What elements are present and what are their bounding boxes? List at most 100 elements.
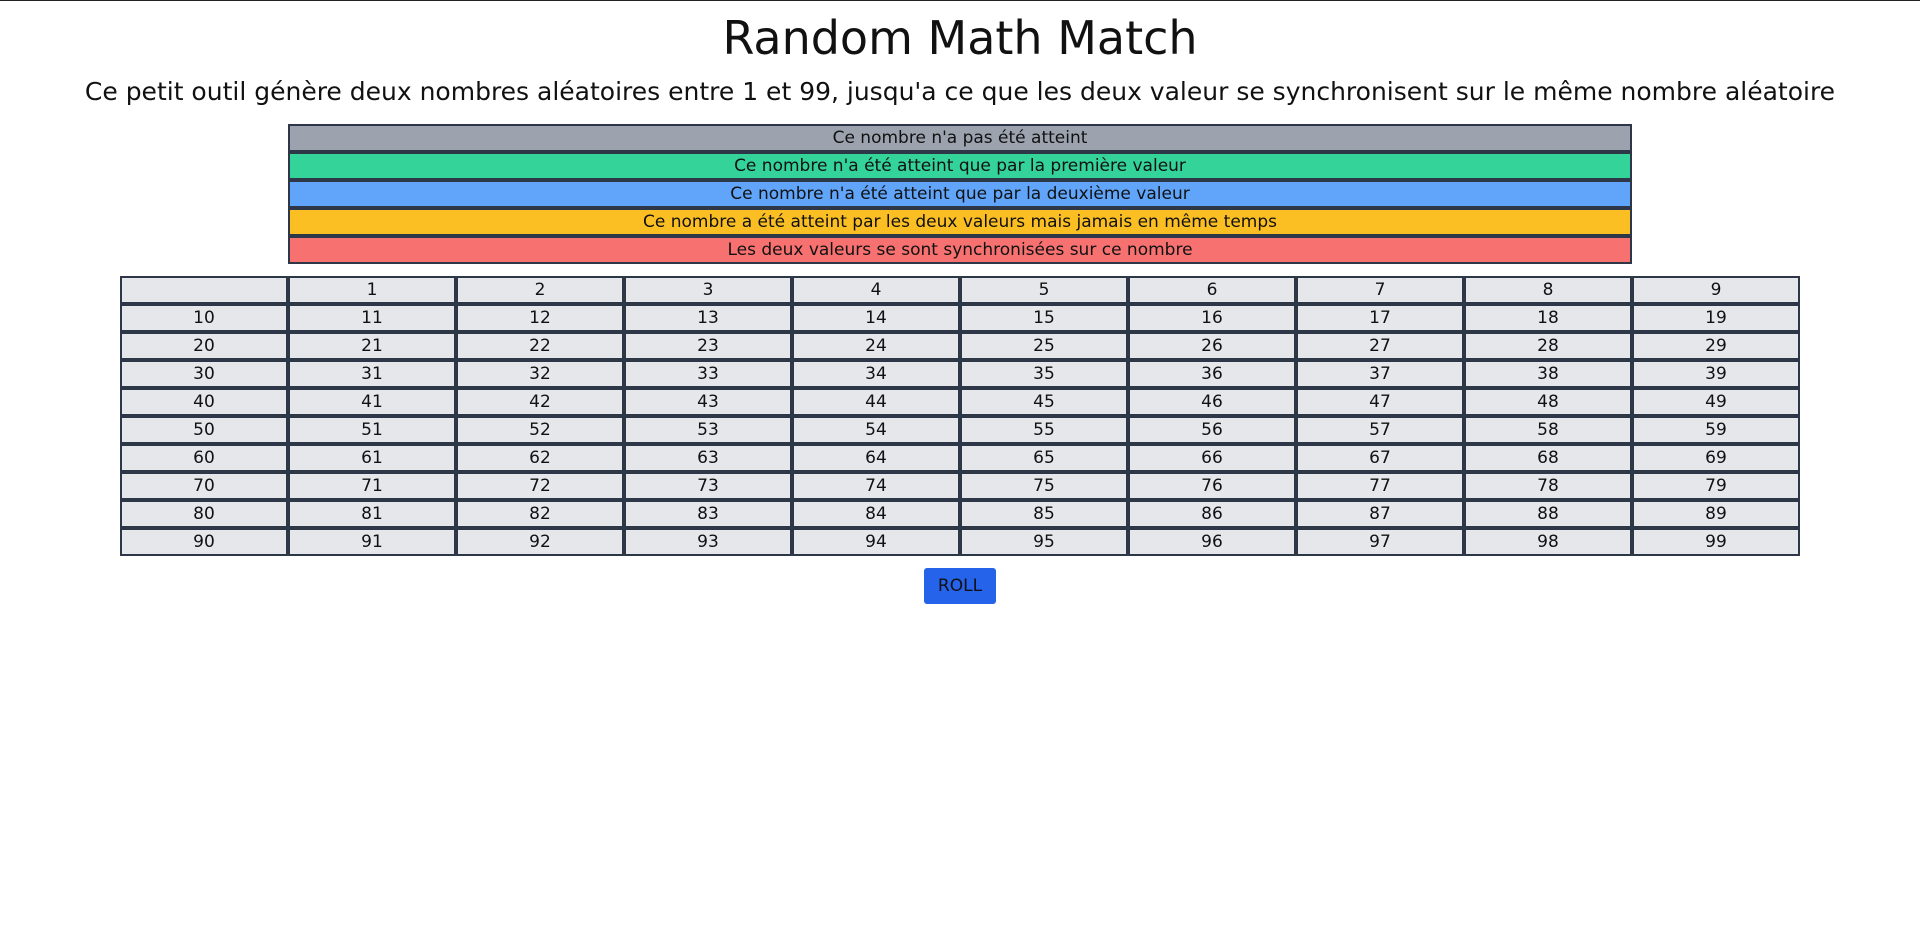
grid-cell-67: 67 <box>1296 444 1464 472</box>
grid-cell-77: 77 <box>1296 472 1464 500</box>
grid-cell-66: 66 <box>1128 444 1296 472</box>
legend: Ce nombre n'a pas été atteint Ce nombre … <box>288 124 1632 264</box>
grid-cell-46: 46 <box>1128 388 1296 416</box>
grid-cell-17: 17 <box>1296 304 1464 332</box>
grid-cell-8: 8 <box>1464 276 1632 304</box>
grid-cell-69: 69 <box>1632 444 1800 472</box>
grid-cell-40: 40 <box>120 388 288 416</box>
grid-cell-79: 79 <box>1632 472 1800 500</box>
roll-button[interactable]: ROLL <box>924 568 996 604</box>
grid-cell-13: 13 <box>624 304 792 332</box>
grid-cell-78: 78 <box>1464 472 1632 500</box>
grid-cell-25: 25 <box>960 332 1128 360</box>
grid-cell-87: 87 <box>1296 500 1464 528</box>
page-subtitle: Ce petit outil génère deux nombres aléat… <box>84 77 1836 106</box>
grid-cell-58: 58 <box>1464 416 1632 444</box>
grid-cell-56: 56 <box>1128 416 1296 444</box>
grid-cell-65: 65 <box>960 444 1128 472</box>
grid-cell-39: 39 <box>1632 360 1800 388</box>
grid-cell-35: 35 <box>960 360 1128 388</box>
grid-cell-73: 73 <box>624 472 792 500</box>
grid-cell-51: 51 <box>288 416 456 444</box>
grid-cell-3: 3 <box>624 276 792 304</box>
grid-cell-15: 15 <box>960 304 1128 332</box>
grid-cell-96: 96 <box>1128 528 1296 556</box>
grid-cell-10: 10 <box>120 304 288 332</box>
grid-cell-38: 38 <box>1464 360 1632 388</box>
grid-cell-81: 81 <box>288 500 456 528</box>
grid-cell-90: 90 <box>120 528 288 556</box>
grid-cell-34: 34 <box>792 360 960 388</box>
grid-cell-4: 4 <box>792 276 960 304</box>
grid-cell-5: 5 <box>960 276 1128 304</box>
grid-cell-89: 89 <box>1632 500 1800 528</box>
top-border-line <box>0 0 1920 1</box>
grid-cell-49: 49 <box>1632 388 1800 416</box>
grid-cell-75: 75 <box>960 472 1128 500</box>
number-grid: 1 2 3 4 5 6 7 8 9 10 11 12 13 14 15 16 17 18 19 20 21 22 23 24 2… <box>120 276 1800 556</box>
grid-cell-12: 12 <box>456 304 624 332</box>
grid-cell-29: 29 <box>1632 332 1800 360</box>
grid-cell-91: 91 <box>288 528 456 556</box>
grid-cell-92: 92 <box>456 528 624 556</box>
grid-cell-27: 27 <box>1296 332 1464 360</box>
grid-cell-98: 98 <box>1464 528 1632 556</box>
grid-cell-33: 33 <box>624 360 792 388</box>
grid-cell-16: 16 <box>1128 304 1296 332</box>
grid-cell-52: 52 <box>456 416 624 444</box>
grid-cell-97: 97 <box>1296 528 1464 556</box>
grid-cell-18: 18 <box>1464 304 1632 332</box>
legend-not-reached: Ce nombre n'a pas été atteint <box>288 124 1632 152</box>
grid-cell-32: 32 <box>456 360 624 388</box>
grid-cell-50: 50 <box>120 416 288 444</box>
legend-second-value: Ce nombre n'a été atteint que par la deu… <box>288 180 1632 208</box>
grid-cell-86: 86 <box>1128 500 1296 528</box>
grid-cell-7: 7 <box>1296 276 1464 304</box>
page-title: Random Math Match <box>722 11 1198 65</box>
grid-cell-41: 41 <box>288 388 456 416</box>
grid-cell-82: 82 <box>456 500 624 528</box>
grid-cell-83: 83 <box>624 500 792 528</box>
grid-cell-72: 72 <box>456 472 624 500</box>
grid-cell-84: 84 <box>792 500 960 528</box>
grid-cell-43: 43 <box>624 388 792 416</box>
grid-cell-1: 1 <box>288 276 456 304</box>
grid-cell-empty <box>120 276 288 304</box>
grid-cell-19: 19 <box>1632 304 1800 332</box>
grid-cell-53: 53 <box>624 416 792 444</box>
grid-cell-71: 71 <box>288 472 456 500</box>
grid-cell-94: 94 <box>792 528 960 556</box>
grid-cell-31: 31 <box>288 360 456 388</box>
grid-cell-93: 93 <box>624 528 792 556</box>
grid-cell-88: 88 <box>1464 500 1632 528</box>
grid-cell-9: 9 <box>1632 276 1800 304</box>
grid-cell-59: 59 <box>1632 416 1800 444</box>
grid-cell-95: 95 <box>960 528 1128 556</box>
grid-cell-55: 55 <box>960 416 1128 444</box>
grid-cell-21: 21 <box>288 332 456 360</box>
grid-cell-11: 11 <box>288 304 456 332</box>
grid-cell-60: 60 <box>120 444 288 472</box>
grid-cell-80: 80 <box>120 500 288 528</box>
grid-cell-30: 30 <box>120 360 288 388</box>
grid-cell-99: 99 <box>1632 528 1800 556</box>
grid-cell-70: 70 <box>120 472 288 500</box>
grid-cell-76: 76 <box>1128 472 1296 500</box>
grid-cell-22: 22 <box>456 332 624 360</box>
grid-cell-44: 44 <box>792 388 960 416</box>
grid-cell-68: 68 <box>1464 444 1632 472</box>
grid-cell-26: 26 <box>1128 332 1296 360</box>
grid-cell-48: 48 <box>1464 388 1632 416</box>
grid-cell-36: 36 <box>1128 360 1296 388</box>
grid-cell-45: 45 <box>960 388 1128 416</box>
grid-cell-2: 2 <box>456 276 624 304</box>
grid-cell-74: 74 <box>792 472 960 500</box>
grid-cell-85: 85 <box>960 500 1128 528</box>
legend-first-value: Ce nombre n'a été atteint que par la pre… <box>288 152 1632 180</box>
grid-cell-6: 6 <box>1128 276 1296 304</box>
grid-cell-24: 24 <box>792 332 960 360</box>
grid-cell-57: 57 <box>1296 416 1464 444</box>
grid-cell-61: 61 <box>288 444 456 472</box>
grid-cell-28: 28 <box>1464 332 1632 360</box>
grid-cell-63: 63 <box>624 444 792 472</box>
